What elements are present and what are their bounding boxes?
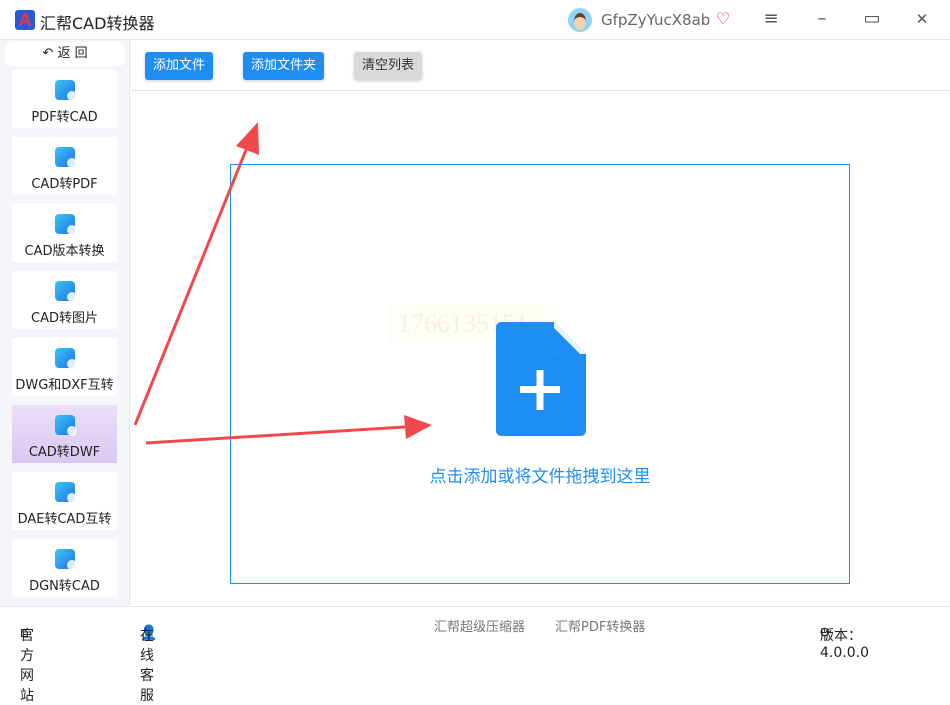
sidebar-item-label: CAD版本转换: [24, 244, 105, 259]
vip-diamond-icon[interactable]: ♡: [716, 9, 730, 28]
file-convert-icon: [54, 549, 77, 570]
sidebar-item[interactable]: DWG和DXF互转: [12, 338, 117, 396]
app-title: 汇帮CAD转换器: [40, 14, 155, 33]
sidebar-item-label: PDF转CAD: [31, 110, 98, 125]
file-convert-icon: [54, 348, 77, 369]
avatar[interactable]: [568, 8, 592, 32]
back-arrow-icon: ↶: [42, 46, 58, 61]
file-convert-icon: [54, 214, 77, 235]
app-logo: A: [15, 10, 35, 30]
sidebar-item[interactable]: DGN转CAD: [12, 539, 117, 597]
compressor-link[interactable]: 汇帮超级压缩器: [434, 616, 525, 635]
maximize-button[interactable]: ▭: [860, 8, 884, 29]
toolbar: 添加文件 添加文件夹 清空列表: [131, 40, 950, 91]
drop-hint: 点击添加或将文件拖拽到这里: [429, 467, 651, 487]
sidebar-item[interactable]: CAD转图片: [12, 271, 117, 329]
sidebar-item[interactable]: CAD版本转换: [12, 204, 117, 262]
version-label: 版本：4.0.0.0: [820, 628, 869, 661]
sidebar-item[interactable]: PDF转CAD: [12, 70, 117, 128]
sidebar-item-label: CAD转PDF: [31, 177, 98, 192]
menu-icon[interactable]: ≡: [759, 8, 783, 29]
file-convert-icon: [54, 415, 77, 436]
sidebar-item[interactable]: CAD转PDF: [12, 137, 117, 195]
add-file-icon[interactable]: [496, 322, 586, 436]
sidebar-item-label: DGN转CAD: [29, 579, 100, 594]
sidebar: ↶ 返 回 PDF转CAD CAD转PDF CAD版本转换 CAD转图片 DWG和DXF…: [0, 40, 130, 606]
sidebar-item[interactable]: CAD转DWF: [12, 405, 117, 463]
support-label: 在线客服: [140, 628, 154, 704]
add-folder-button[interactable]: 添加文件夹: [243, 52, 325, 80]
username[interactable]: GfpZyYucX8ab: [601, 11, 710, 29]
file-convert-icon: [54, 147, 77, 168]
back-label: 返 回: [57, 46, 88, 61]
sidebar-item-label: DWG和DXF互转: [15, 378, 114, 393]
close-button[interactable]: ✕: [910, 10, 934, 28]
add-file-button[interactable]: 添加文件: [145, 52, 214, 80]
sidebar-item-label: DAE转CAD互转: [17, 512, 112, 527]
back-button[interactable]: ↶ 返 回: [5, 42, 125, 66]
footer: ⌂ 官方网站 👤 在线客服 汇帮超级压缩器 汇帮PDF转换器 ⟳ 版本：4.0.0.…: [0, 606, 950, 704]
title-bar: A 汇帮CAD转换器 GfpZyYucX8ab ♡ ≡ – ▭ ✕: [0, 0, 950, 40]
sidebar-item[interactable]: DAE转CAD互转: [12, 472, 117, 530]
file-convert-icon: [54, 482, 77, 503]
pdf-converter-link[interactable]: 汇帮PDF转换器: [555, 616, 645, 635]
sidebar-item-label: CAD转DWF: [28, 445, 101, 460]
sidebar-item-label: CAD转图片: [31, 311, 98, 326]
website-label: 官方网站: [20, 628, 34, 704]
file-convert-icon: [54, 80, 77, 101]
clear-list-button[interactable]: 清空列表: [354, 52, 423, 80]
file-convert-icon: [54, 281, 77, 302]
minimize-button[interactable]: –: [810, 8, 834, 29]
